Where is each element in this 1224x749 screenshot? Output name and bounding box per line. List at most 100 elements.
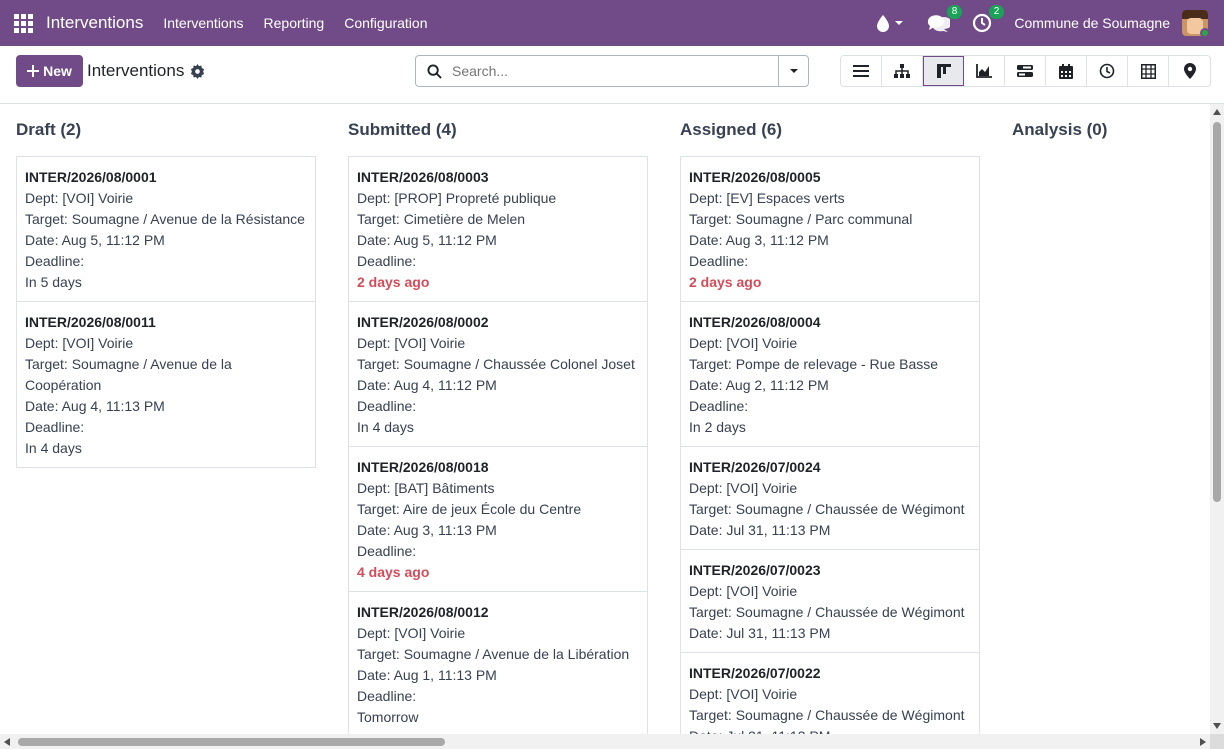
card-target: Target: Pompe de relevage - Rue Basse: [689, 356, 939, 372]
card-deadline-label: Deadline:: [357, 543, 417, 559]
new-button[interactable]: New: [16, 55, 83, 87]
card-target: Target: Soumagne / Chaussée de Wégimont: [689, 604, 965, 620]
scroll-down-arrow-icon[interactable]: [1213, 723, 1221, 729]
card-reference: INTER/2026/07/0024: [689, 459, 821, 475]
kanban-view-button[interactable]: [923, 56, 964, 86]
avatar[interactable]: [1182, 10, 1208, 36]
card-dept: Dept: [VOI] Voirie: [25, 190, 134, 206]
column-title[interactable]: Assigned (6): [680, 120, 782, 140]
card-deadline: In 2 days: [689, 419, 746, 435]
menu-reporting[interactable]: Reporting: [264, 15, 325, 31]
breadcrumb: Interventions: [87, 61, 205, 81]
card-reference: INTER/2026/08/0001: [25, 169, 157, 185]
card-deadline-label: Deadline:: [357, 253, 417, 269]
card-date: Date: Jul 31, 11:13 PM: [689, 625, 831, 641]
card-date: Date: Aug 3, 11:12 PM: [689, 232, 829, 248]
calendar-icon: [1059, 63, 1073, 79]
gantt-view-button[interactable]: [1005, 56, 1046, 86]
scroll-up-arrow-icon[interactable]: [1213, 109, 1221, 115]
kanban-card[interactable]: INTER/2026/08/0002 Dept: [VOI] Voirie Ta…: [349, 302, 647, 447]
list-view-button[interactable]: [841, 56, 882, 86]
search-input[interactable]: [452, 57, 778, 85]
hierarchy-view-button[interactable]: [882, 56, 923, 86]
caret-down-icon: [895, 21, 904, 25]
horizontal-scrollbar[interactable]: [0, 734, 1210, 749]
card-deadline-label: Deadline:: [689, 253, 749, 269]
card-deadline-overdue: 2 days ago: [357, 274, 430, 290]
kanban-card[interactable]: INTER/2026/08/0011 Dept: [VOI] Voirie Ta…: [17, 302, 315, 468]
card-reference: INTER/2026/07/0023: [689, 562, 821, 578]
card-target: Target: Soumagne / Parc communal: [689, 211, 913, 227]
kanban-card[interactable]: INTER/2026/08/0012 Dept: [VOI] Voirie Ta…: [349, 592, 647, 734]
kanban-card[interactable]: INTER/2026/08/0003 Dept: [PROP] Propreté…: [349, 157, 647, 302]
card-reference: INTER/2026/08/0012: [357, 604, 489, 620]
page-title: Interventions: [87, 61, 185, 80]
card-dept: Dept: [BAT] Bâtiments: [357, 480, 495, 496]
column-title[interactable]: Submitted (4): [348, 120, 457, 140]
card-date: Date: Aug 4, 11:12 PM: [357, 377, 497, 393]
card-reference: INTER/2026/08/0003: [357, 169, 489, 185]
card-target: Target: Soumagne / Chaussée de Wégimont: [689, 501, 965, 517]
activity-view-button[interactable]: [1087, 56, 1128, 86]
card-deadline-label: Deadline:: [357, 398, 417, 414]
kanban-card[interactable]: INTER/2026/07/0022 Dept: [VOI] Voirie Ta…: [681, 653, 979, 734]
column-title[interactable]: Analysis (0): [1012, 120, 1107, 140]
kanban-card[interactable]: INTER/2026/07/0023 Dept: [VOI] Voirie Ta…: [681, 550, 979, 653]
scroll-right-arrow-icon[interactable]: [1200, 738, 1206, 746]
kanban-card[interactable]: INTER/2026/08/0001 Dept: [VOI] Voirie Ta…: [17, 157, 315, 302]
card-deadline: In 4 days: [25, 440, 82, 456]
hierarchy-icon: [894, 64, 910, 78]
card-target: Target: Soumagne / Chaussée de Wégimont: [689, 707, 965, 723]
card-target: Target: Soumagne / Avenue de la Coopérat…: [25, 356, 232, 393]
card-target: Target: Soumagne / Avenue de la Libérati…: [357, 646, 630, 662]
column-title[interactable]: Draft (2): [16, 120, 81, 140]
view-switcher: [840, 55, 1211, 87]
horizontal-scroll-thumb[interactable]: [18, 738, 445, 746]
card-deadline-label: Deadline:: [357, 688, 417, 704]
card-deadline-label: Deadline:: [25, 419, 85, 435]
activity-icon: [1099, 63, 1115, 79]
kanban-card[interactable]: INTER/2026/07/0024 Dept: [VOI] Voirie Ta…: [681, 447, 979, 550]
kanban-card[interactable]: INTER/2026/08/0005 Dept: [EV] Espaces ve…: [681, 157, 979, 302]
app-brand[interactable]: Interventions: [46, 13, 143, 33]
activities-button[interactable]: 2: [972, 5, 1005, 33]
app-menu-button[interactable]: [0, 0, 46, 46]
menu-interventions[interactable]: Interventions: [163, 15, 243, 31]
card-deadline: In 4 days: [357, 419, 414, 435]
kanban-card[interactable]: INTER/2026/08/0018 Dept: [BAT] Bâtiments…: [349, 447, 647, 592]
company-switcher[interactable]: Commune de Soumagne: [1014, 15, 1170, 31]
graph-view-button[interactable]: [964, 56, 1005, 86]
gear-icon[interactable]: [190, 63, 205, 79]
vertical-scrollbar[interactable]: [1210, 104, 1224, 734]
card-date: Date: Aug 5, 11:12 PM: [25, 232, 165, 248]
water-drop-icon: [877, 15, 890, 32]
card-reference: INTER/2026/08/0002: [357, 314, 489, 330]
vertical-scroll-thumb[interactable]: [1213, 122, 1221, 502]
caret-down-icon: [789, 69, 798, 73]
card-deadline-overdue: 4 days ago: [357, 564, 430, 580]
menu-configuration[interactable]: Configuration: [344, 15, 427, 31]
control-panel: New Interventions: [0, 46, 1224, 104]
card-deadline-overdue: 2 days ago: [689, 274, 762, 290]
map-view-button[interactable]: [1169, 56, 1210, 86]
card-deadline: Tomorrow: [357, 709, 419, 725]
card-dept: Dept: [VOI] Voirie: [689, 335, 798, 351]
card-date: Date: Jul 31, 11:13 PM: [689, 522, 831, 538]
graph-icon: [976, 64, 992, 78]
online-status-dot: [1200, 28, 1208, 36]
map-marker-icon: [1183, 63, 1196, 79]
card-date: Date: Aug 5, 11:12 PM: [357, 232, 497, 248]
pivot-view-button[interactable]: [1128, 56, 1169, 86]
card-date: Date: Aug 1, 11:13 PM: [357, 667, 497, 683]
card-reference: INTER/2026/07/0022: [689, 665, 821, 681]
scroll-left-arrow-icon[interactable]: [4, 738, 10, 746]
messages-button[interactable]: 8: [926, 5, 963, 33]
card-reference: INTER/2026/08/0011: [25, 314, 156, 330]
kanban-card[interactable]: INTER/2026/08/0004 Dept: [VOI] Voirie Ta…: [681, 302, 979, 447]
card-date: Date: Aug 3, 11:13 PM: [357, 522, 497, 538]
card-target: Target: Soumagne / Avenue de la Résistan…: [25, 211, 305, 227]
search-options-toggle[interactable]: [778, 56, 808, 86]
water-drop-dropdown[interactable]: [875, 14, 904, 32]
calendar-view-button[interactable]: [1046, 56, 1087, 86]
activities-badge: 2: [988, 5, 1005, 19]
